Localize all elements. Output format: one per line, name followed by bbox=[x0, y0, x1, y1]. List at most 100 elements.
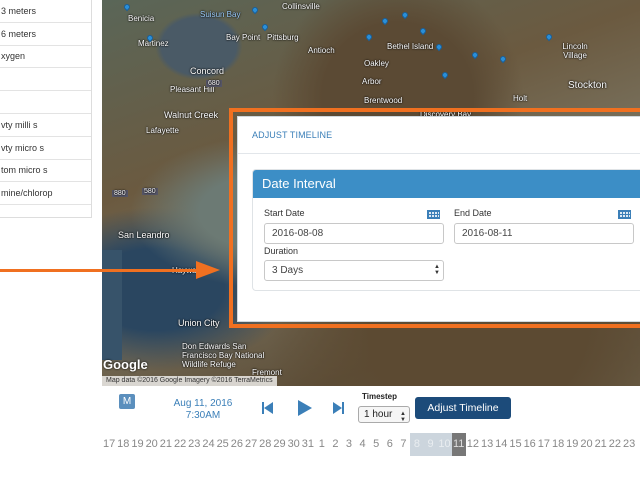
station-pin-icon[interactable] bbox=[470, 50, 480, 60]
current-time: 7:30AM bbox=[185, 410, 221, 421]
timeline-tick[interactable]: 29 bbox=[272, 433, 286, 456]
timeline-tick[interactable]: 31 bbox=[301, 433, 315, 456]
timeline-tick[interactable]: 8 bbox=[410, 433, 424, 456]
skip-forward-icon[interactable] bbox=[333, 402, 345, 414]
sidebar-item[interactable] bbox=[0, 91, 91, 114]
sidebar-item[interactable]: tom micro s bbox=[0, 160, 91, 183]
station-pin-icon[interactable] bbox=[380, 16, 390, 26]
current-date: Aug 11, 2016 bbox=[173, 398, 233, 409]
annotation-arrow-head-icon bbox=[196, 261, 220, 279]
m-button[interactable]: M bbox=[119, 394, 135, 409]
timeline-tick[interactable]: 21 bbox=[159, 433, 173, 456]
city-label: Martinez bbox=[138, 39, 169, 48]
city-label: Suisun Bay bbox=[200, 10, 241, 19]
timeline-tick[interactable]: 21 bbox=[594, 433, 608, 456]
timeline-tick[interactable]: 10 bbox=[437, 433, 452, 456]
sidebar-item[interactable]: vty micro s bbox=[0, 137, 91, 160]
timeline-tick[interactable]: 23 bbox=[187, 433, 201, 456]
timeline-tick[interactable]: 20 bbox=[579, 433, 593, 456]
timeline-tick[interactable]: 12 bbox=[466, 433, 480, 456]
sidebar-item[interactable]: xygen bbox=[0, 46, 91, 69]
annotation-arrow-shaft bbox=[0, 269, 200, 272]
timeline-tick[interactable]: 26 bbox=[230, 433, 244, 456]
timeline-tick[interactable]: 19 bbox=[130, 433, 144, 456]
timeline-tick[interactable]: 20 bbox=[145, 433, 159, 456]
station-pin-icon[interactable] bbox=[544, 32, 554, 42]
timeline-tick[interactable]: 9 bbox=[423, 433, 438, 456]
sidebar-item[interactable]: 3 meters bbox=[0, 0, 91, 23]
skip-back-icon[interactable] bbox=[262, 402, 274, 414]
timeline-tick[interactable]: 17 bbox=[537, 433, 551, 456]
select-caret-icon: ▲ ▼ bbox=[400, 411, 406, 423]
timeline-tick[interactable]: 2 bbox=[329, 433, 343, 456]
annotation-highlight-box bbox=[229, 108, 640, 328]
timestep-value: 1 hour bbox=[364, 409, 393, 420]
city-label: Bethel Island bbox=[387, 42, 434, 51]
timeline-tick[interactable]: 6 bbox=[383, 433, 397, 456]
station-pin-icon[interactable] bbox=[400, 10, 410, 20]
city-label: Union City bbox=[178, 318, 220, 328]
sidebar-item[interactable] bbox=[0, 68, 91, 92]
city-label: Lincoln Village bbox=[562, 42, 588, 60]
timestep-label: Timestep bbox=[362, 392, 397, 401]
highway-shield: 580 bbox=[142, 188, 158, 195]
station-pin-icon[interactable] bbox=[250, 5, 260, 15]
city-label: Concord bbox=[190, 66, 225, 76]
sidebar-item[interactable]: 6 meters bbox=[0, 23, 91, 46]
sidebar-item[interactable]: mine/chlorop bbox=[0, 182, 91, 206]
station-pin-icon[interactable] bbox=[434, 42, 444, 52]
highway-shield: 680 bbox=[206, 80, 222, 87]
highway-shield: 880 bbox=[112, 190, 128, 197]
bay-water bbox=[102, 250, 122, 360]
timeline-tick[interactable]: 11 bbox=[451, 433, 466, 456]
station-pin-icon[interactable] bbox=[418, 26, 428, 36]
timeline-tick[interactable]: 25 bbox=[216, 433, 230, 456]
timeline-tick[interactable]: 15 bbox=[508, 433, 522, 456]
city-label: Stockton bbox=[568, 80, 607, 91]
timeline-tick[interactable]: 1 bbox=[315, 433, 329, 456]
city-label: San Leandro bbox=[118, 230, 170, 240]
station-pin-icon[interactable] bbox=[260, 22, 270, 32]
station-pin-icon[interactable] bbox=[122, 2, 132, 12]
city-label: Holt bbox=[513, 94, 528, 103]
timestep-select[interactable]: 1 hour ▲ ▼ bbox=[358, 406, 410, 423]
city-label: Antioch bbox=[308, 46, 335, 55]
city-label: Brentwood bbox=[364, 96, 403, 105]
timeline-tick[interactable]: 18 bbox=[551, 433, 565, 456]
timeline-tick[interactable]: 23 bbox=[622, 433, 636, 456]
timeline-tick[interactable]: 4 bbox=[356, 433, 370, 456]
timeline-scale[interactable]: 17 18 19 20 21 22 23 24 25 26 27 28 29 30 31 1 2 3 4 5 6 7 8 9 1… bbox=[102, 433, 640, 456]
timeline-tick[interactable]: 30 bbox=[287, 433, 301, 456]
timeline-tick[interactable]: 22 bbox=[608, 433, 622, 456]
timeline-tick[interactable]: 7 bbox=[397, 433, 411, 456]
station-pin-icon[interactable] bbox=[440, 70, 450, 80]
play-icon[interactable] bbox=[298, 400, 312, 416]
city-label: Walnut Creek bbox=[164, 110, 219, 120]
timeline-tick[interactable]: 22 bbox=[173, 433, 187, 456]
timeline-tick[interactable]: 27 bbox=[244, 433, 258, 456]
timeline-tick[interactable]: 14 bbox=[494, 433, 508, 456]
layer-sidebar: 3 meters 6 meters xygen vty milli s vty … bbox=[0, 0, 92, 218]
timeline-tick[interactable]: 28 bbox=[258, 433, 272, 456]
city-label: Collinsville bbox=[282, 2, 320, 11]
station-pin-icon[interactable] bbox=[498, 54, 508, 64]
city-label: Arbor bbox=[362, 77, 382, 86]
sidebar-item[interactable]: vty milli s bbox=[0, 114, 91, 137]
map-attribution: Map data ©2016 Google Imagery ©2016 Terr… bbox=[102, 376, 277, 386]
city-label: Don Edwards San Francisco Bay National W… bbox=[182, 342, 265, 369]
city-label: Benicia bbox=[128, 14, 155, 23]
adjust-timeline-button[interactable]: Adjust Timeline bbox=[415, 397, 511, 419]
timeline-tick[interactable]: 16 bbox=[523, 433, 537, 456]
timeline-tick[interactable]: 18 bbox=[116, 433, 130, 456]
city-label: Bay Point bbox=[226, 33, 261, 42]
station-pin-icon[interactable] bbox=[364, 32, 374, 42]
timeline-tick[interactable]: 24 bbox=[201, 433, 215, 456]
city-label: Oakley bbox=[364, 59, 389, 68]
timeline-tick[interactable]: 3 bbox=[342, 433, 356, 456]
timeline-tick[interactable]: 13 bbox=[480, 433, 494, 456]
city-label: Lafayette bbox=[146, 126, 179, 135]
google-logo: Google bbox=[103, 357, 148, 372]
timeline-tick[interactable]: 19 bbox=[565, 433, 579, 456]
timeline-tick[interactable]: 5 bbox=[369, 433, 383, 456]
timeline-tick[interactable]: 17 bbox=[102, 433, 116, 456]
